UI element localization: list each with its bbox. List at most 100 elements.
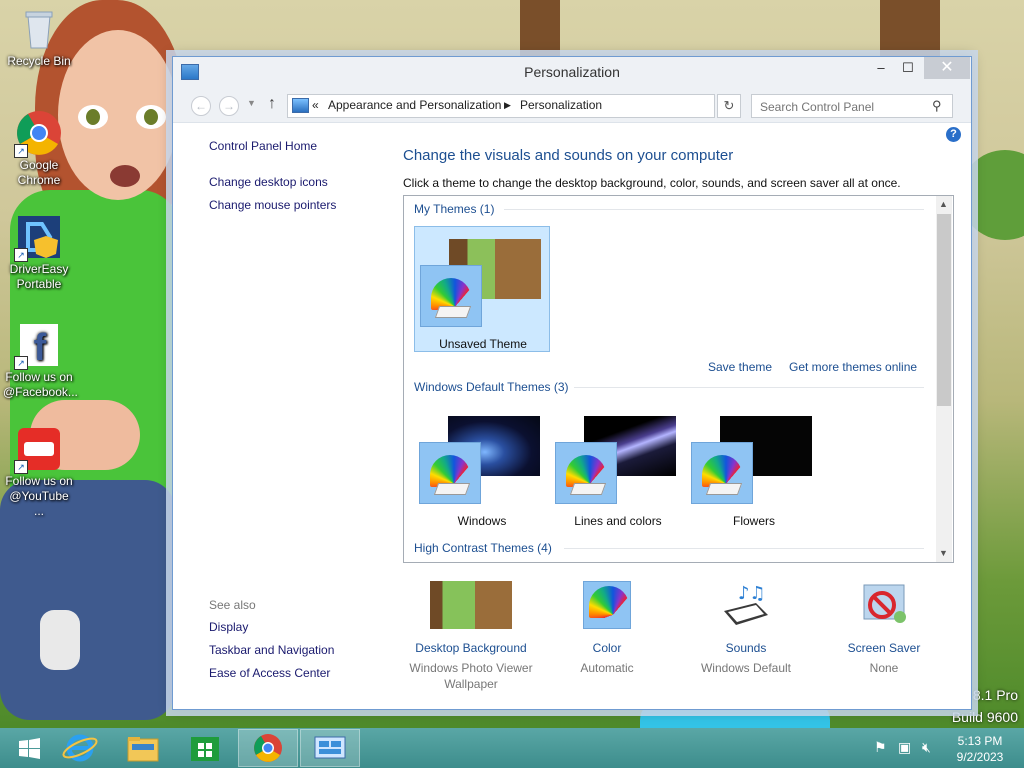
theme-name: Windows xyxy=(457,514,507,528)
theme-list[interactable]: My Themes (1) Unsaved Theme Save theme G… xyxy=(403,195,954,563)
group-divider xyxy=(504,209,924,210)
breadcrumb-appearance[interactable]: Appearance and Personalization xyxy=(328,98,501,112)
setting-label[interactable]: Color xyxy=(539,641,675,655)
setting-label[interactable]: Screen Saver xyxy=(816,641,952,655)
desktop-icon-youtube[interactable]: ↗ Follow us on @YouTube ... xyxy=(3,426,75,519)
screen-saver-icon xyxy=(858,581,910,629)
up-button[interactable]: ↑ xyxy=(268,95,276,113)
change-mouse-pointers-link[interactable]: Change mouse pointers xyxy=(209,198,336,212)
scrollbar-thumb[interactable] xyxy=(937,214,951,406)
search-box[interactable]: ⚲ xyxy=(751,94,953,118)
taskbar-file-explorer[interactable] xyxy=(113,729,173,767)
maximize-button[interactable]: ☐ xyxy=(893,57,923,79)
back-arrow-icon: ← xyxy=(195,99,207,113)
group-my-themes: My Themes (1) xyxy=(414,202,495,216)
breadcrumb-overflow[interactable]: « xyxy=(312,98,319,112)
chrome-icon: ↗ xyxy=(14,110,62,158)
up-arrow-icon: ↑ xyxy=(268,95,276,112)
theme-lines-and-colors[interactable]: Lines and colors xyxy=(550,404,686,530)
taskbar-control-panel[interactable] xyxy=(300,729,360,767)
breadcrumb-personalization[interactable]: Personalization xyxy=(520,98,602,112)
search-icon[interactable]: ⚲ xyxy=(932,98,942,114)
sounds-icon: ♪♫ xyxy=(720,581,772,629)
setting-label[interactable]: Sounds xyxy=(678,641,814,655)
theme-windows[interactable]: Windows xyxy=(414,404,550,530)
theme-color-swatch xyxy=(691,442,753,504)
group-default-themes: Windows Default Themes (3) xyxy=(414,380,569,394)
scroll-up-icon[interactable]: ▲ xyxy=(939,199,948,209)
color-fan-base xyxy=(569,483,607,495)
setting-value-text: Windows Photo Viewer Wallpaper xyxy=(409,661,533,691)
sounds-setting[interactable]: ♪♫ Sounds Windows Default xyxy=(678,581,814,676)
theme-flowers[interactable]: Flowers xyxy=(686,404,822,530)
recycle-bin-icon xyxy=(16,6,62,52)
window-title: Personalization xyxy=(524,64,620,80)
recent-locations-button[interactable]: ▼ xyxy=(247,98,256,108)
refresh-button[interactable]: ↻ xyxy=(717,94,741,118)
ease-of-access-link[interactable]: Ease of Access Center xyxy=(209,666,330,680)
file-explorer-icon xyxy=(127,737,159,762)
control-panel-icon xyxy=(314,736,346,759)
color-setting[interactable]: Color Automatic xyxy=(539,581,675,676)
change-desktop-icons-link[interactable]: Change desktop icons xyxy=(209,175,328,189)
setting-value: None xyxy=(869,661,899,675)
group-high-contrast: High Contrast Themes (4) xyxy=(414,541,552,555)
internet-explorer-icon xyxy=(62,734,98,762)
volume-muted-icon[interactable]: 🔇︎ xyxy=(922,739,931,756)
minimize-button[interactable]: – xyxy=(866,57,896,79)
search-input[interactable] xyxy=(758,97,932,116)
breadcrumb-separator-icon[interactable]: ▶ xyxy=(504,100,511,111)
network-icon[interactable]: ▣ xyxy=(898,739,911,756)
taskbar-google-chrome[interactable] xyxy=(238,729,298,767)
personalization-window[interactable]: Personalization – ☐ ✕ ← → ▼ ↑ « Appearan… xyxy=(172,56,972,710)
help-icon[interactable]: ? xyxy=(946,127,961,142)
desktop-icon-facebook[interactable]: f ↗ Follow us on @Facebook... xyxy=(3,322,78,400)
desktop-icon-label: Google Chrome xyxy=(17,158,61,187)
save-theme-link[interactable]: Save theme xyxy=(708,360,772,374)
shortcut-arrow-icon: ↗ xyxy=(14,144,28,158)
system-clock[interactable]: 5:13 PM 9/2/2023 xyxy=(944,733,1016,765)
setting-value: Windows Photo Viewer Wallpaper xyxy=(403,660,539,692)
forward-button[interactable]: → xyxy=(219,96,239,116)
page-description: Click a theme to change the desktop back… xyxy=(403,176,901,190)
setting-value: Windows Default xyxy=(700,661,792,675)
desktop-icon-label: DriverEasy Portable xyxy=(9,262,69,291)
desktop-icon-drivereasy[interactable]: ↗ DriverEasy Portable xyxy=(3,214,75,292)
taskbar-navigation-link[interactable]: Taskbar and Navigation xyxy=(209,643,334,657)
desktop-icon-label: Follow us on @Facebook... xyxy=(3,370,78,399)
desktop-icon-recycle-bin[interactable]: Recycle Bin xyxy=(3,6,75,69)
display-link[interactable]: Display xyxy=(209,620,248,634)
shortcut-arrow-icon: ↗ xyxy=(14,356,28,370)
desktop-icon-google-chrome[interactable]: ↗ Google Chrome xyxy=(3,110,75,188)
navigation-bar: ← → ▼ ↑ « Appearance and Personalization… xyxy=(173,88,971,123)
shortcut-arrow-icon: ↗ xyxy=(14,460,28,474)
title-bar[interactable]: Personalization – ☐ ✕ xyxy=(173,57,971,88)
theme-color-swatch xyxy=(420,265,482,327)
taskbar-internet-explorer[interactable] xyxy=(50,729,110,767)
back-button[interactable]: ← xyxy=(191,96,211,116)
desktop-icon-label: Recycle Bin xyxy=(7,54,71,68)
see-also-heading: See also xyxy=(209,598,256,612)
setting-label[interactable]: Desktop Background xyxy=(403,641,539,655)
address-box[interactable]: « Appearance and Personalization ▶ Perso… xyxy=(287,94,819,118)
theme-name: Flowers xyxy=(732,514,775,528)
theme-color-swatch xyxy=(419,442,481,504)
color-fan-icon xyxy=(583,581,631,629)
control-panel-home-link[interactable]: Control Panel Home xyxy=(209,139,317,153)
screen-saver-setting[interactable]: Screen Saver None xyxy=(816,581,952,676)
theme-list-scrollbar[interactable]: ▲ ▼ xyxy=(936,196,952,562)
desktop-background-setting[interactable]: Desktop Background Windows Photo Viewer … xyxy=(403,581,539,692)
wallpaper-character-eye xyxy=(136,105,166,129)
color-fan-base xyxy=(433,483,471,495)
get-more-themes-link[interactable]: Get more themes online xyxy=(789,360,917,374)
group-divider xyxy=(564,548,924,549)
page-title: Change the visuals and sounds on your co… xyxy=(403,147,734,164)
taskbar-store[interactable] xyxy=(175,729,235,767)
action-center-flag-icon[interactable]: ⚑ xyxy=(874,739,887,756)
scroll-down-icon[interactable]: ▼ xyxy=(939,548,948,558)
close-button[interactable]: ✕ xyxy=(924,57,970,79)
theme-unsaved[interactable]: Unsaved Theme xyxy=(414,226,550,352)
wallpaper-character-eye xyxy=(78,105,108,129)
wallpaper-character-shoe xyxy=(40,610,80,670)
control-panel-icon xyxy=(292,98,309,113)
